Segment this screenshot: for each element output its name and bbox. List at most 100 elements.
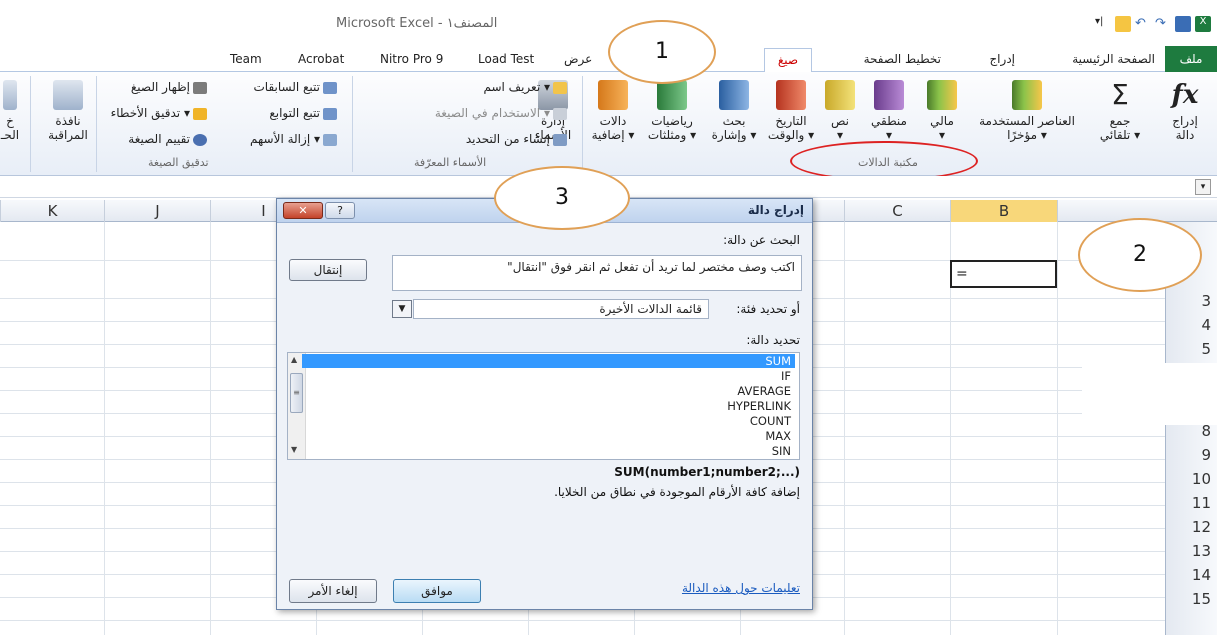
tab-formulas[interactable]: صيغ <box>764 48 812 73</box>
separator <box>30 76 31 172</box>
row-header[interactable]: 13 <box>1192 542 1211 560</box>
tab-insert[interactable]: إدراج <box>989 52 1015 66</box>
more-functions-label: دالات إضافية ▾ <box>591 114 635 142</box>
function-list[interactable]: ▲ ≡ ▼ SUM IF AVERAGE HYPERLINK COUNT MAX… <box>287 352 800 460</box>
tab-page-layout[interactable]: تخطيط الصفحة <box>864 52 941 66</box>
list-item[interactable]: COUNT <box>302 414 795 428</box>
financial-button[interactable]: مالي ▾ <box>920 80 964 142</box>
show-formulas-label: إظهار الصيغ <box>130 80 190 94</box>
gridline <box>1057 222 1058 635</box>
scroll-up-icon[interactable]: ▲ <box>291 355 297 364</box>
show-formulas-button[interactable]: إظهار الصيغ <box>131 80 207 94</box>
list-item[interactable]: IF <box>302 369 795 383</box>
open-folder-icon[interactable] <box>1115 16 1131 32</box>
dropdown-icon[interactable]: ▾| <box>1095 16 1111 32</box>
go-button[interactable]: إنتقال <box>289 259 367 281</box>
text-button[interactable]: نص ▾ <box>820 80 860 142</box>
question-book-icon <box>874 80 904 110</box>
redo-icon[interactable]: ↷ <box>1155 16 1171 32</box>
category-label: أو تحديد فئة: <box>736 302 800 316</box>
more-functions-button[interactable]: دالات إضافية ▾ <box>588 80 638 142</box>
remove-arrows-label: إزالة الأسهم ▾ <box>250 132 320 146</box>
close-icon[interactable]: ✕ <box>283 202 323 219</box>
col-header-j[interactable]: J <box>104 200 210 222</box>
row-header[interactable]: 12 <box>1192 518 1211 536</box>
group-defined-names: الأسماء المعرّفة <box>414 156 487 169</box>
trace-dependents-label: تتبع التوابع <box>269 106 320 120</box>
glasses-icon <box>53 80 83 110</box>
tab-load-test[interactable]: Load Test <box>478 52 534 66</box>
logical-label: منطقي ▾ <box>871 114 907 142</box>
insert-function-button[interactable]: fx إدراج دالة <box>1160 80 1210 142</box>
row-header[interactable]: 9 <box>1201 446 1211 464</box>
category-select[interactable]: قائمة الدالات الأخيرة <box>413 299 709 319</box>
recently-used-label: العناصر المستخدمة مؤخرًا ▾ <box>979 114 1075 142</box>
tab-file[interactable]: ملف <box>1165 46 1217 72</box>
help-link[interactable]: تعليمات حول هذه الدالة <box>682 581 800 595</box>
define-name-button[interactable]: تعريف اسم ▾ <box>483 80 567 94</box>
row-header[interactable]: 3 <box>1201 292 1211 310</box>
quick-access-toolbar: ▾| ↶ ↷ X <box>1095 16 1211 32</box>
row-header[interactable]: 15 <box>1192 590 1211 608</box>
row-header[interactable]: 11 <box>1192 494 1211 512</box>
col-header-b[interactable]: B <box>950 200 1057 222</box>
blank-area <box>1082 363 1217 425</box>
trace-precedents-button[interactable]: تتبع السابقات <box>254 80 337 94</box>
tab-nitro[interactable]: Nitro Pro 9 <box>380 52 443 66</box>
evaluate-formula-button[interactable]: تقييم الصيغة <box>128 132 207 146</box>
save-icon[interactable] <box>1175 16 1191 32</box>
logical-button[interactable]: منطقي ▾ <box>862 80 916 142</box>
tab-view[interactable]: عرض <box>564 52 592 66</box>
math-button[interactable]: رياضيات ومثلثات ▾ <box>640 80 704 142</box>
autosum-button[interactable]: Σ جمع تلقائي ▾ <box>1092 80 1148 143</box>
col-header-k[interactable]: K <box>0 200 104 222</box>
recently-used-button[interactable]: العناصر المستخدمة مؤخرًا ▾ <box>968 80 1086 142</box>
scroll-down-icon[interactable]: ▼ <box>291 445 297 454</box>
list-item[interactable]: SUM <box>302 354 795 368</box>
group-formula-auditing: تدقيق الصيغة <box>148 156 209 169</box>
active-cell-b2[interactable]: = <box>950 260 1057 288</box>
help-icon[interactable]: ? <box>325 202 355 219</box>
list-item[interactable]: AVERAGE <box>302 384 795 398</box>
tab-home[interactable]: الصفحة الرئيسية <box>1072 52 1155 66</box>
calculator-icon <box>3 80 17 110</box>
undo-icon[interactable]: ↶ <box>1135 16 1151 32</box>
financial-label: مالي ▾ <box>930 114 954 142</box>
row-header[interactable]: 10 <box>1192 470 1211 488</box>
callout-3: 3 <box>494 166 630 230</box>
cancel-button[interactable]: إلغاء الأمر <box>289 579 377 603</box>
chevron-down-icon[interactable]: ▼ <box>392 300 412 318</box>
list-item[interactable]: MAX <box>302 429 795 443</box>
lookup-button[interactable]: بحث وإشارة ▾ <box>706 80 762 142</box>
autosum-label: جمع تلقائي ▾ <box>1099 114 1141 142</box>
tab-team[interactable]: Team <box>230 52 262 66</box>
list-item[interactable]: HYPERLINK <box>302 399 795 413</box>
ok-button[interactable]: موافق <box>393 579 481 603</box>
highlight-oval <box>790 141 978 181</box>
separator <box>582 76 583 172</box>
title-bar: Microsoft Excel - المصنف١ ▾| ↶ ↷ X <box>0 0 1217 46</box>
col-header-c[interactable]: C <box>844 200 950 222</box>
gridline <box>104 222 105 635</box>
calculation-options-button[interactable]: خ الحـ <box>0 80 20 142</box>
eraser-icon <box>323 133 337 146</box>
callout-1: 1 <box>608 20 716 84</box>
search-function-input[interactable]: اكتب وصف مختصر لما تريد أن تفعل ثم انقر … <box>392 255 802 291</box>
separator <box>96 76 97 172</box>
error-checking-button[interactable]: تدقيق الأخطاء ▾ <box>111 106 207 120</box>
remove-arrows-button[interactable]: إزالة الأسهم ▾ <box>250 132 337 146</box>
use-in-formula-button[interactable]: الاستخدام في الصيغة ▾ <box>435 106 567 120</box>
star-book-icon <box>1012 80 1042 110</box>
expand-chevron-icon[interactable]: ▾ <box>1195 179 1211 195</box>
calendar-book-icon <box>776 80 806 110</box>
datetime-button[interactable]: التاريخ والوقت ▾ <box>764 80 818 142</box>
row-header[interactable]: 14 <box>1192 566 1211 584</box>
create-from-selection-button[interactable]: إنشاء من التحديد <box>466 132 567 146</box>
list-item[interactable]: SIN <box>302 444 795 458</box>
row-header[interactable]: 4 <box>1201 316 1211 334</box>
tab-acrobat[interactable]: Acrobat <box>298 52 344 66</box>
calculation-label: خ الحـ <box>0 114 20 142</box>
watch-window-button[interactable]: نافذة المراقبة <box>44 80 92 142</box>
trace-dependents-button[interactable]: تتبع التوابع <box>269 106 337 120</box>
row-header[interactable]: 5 <box>1201 340 1211 358</box>
